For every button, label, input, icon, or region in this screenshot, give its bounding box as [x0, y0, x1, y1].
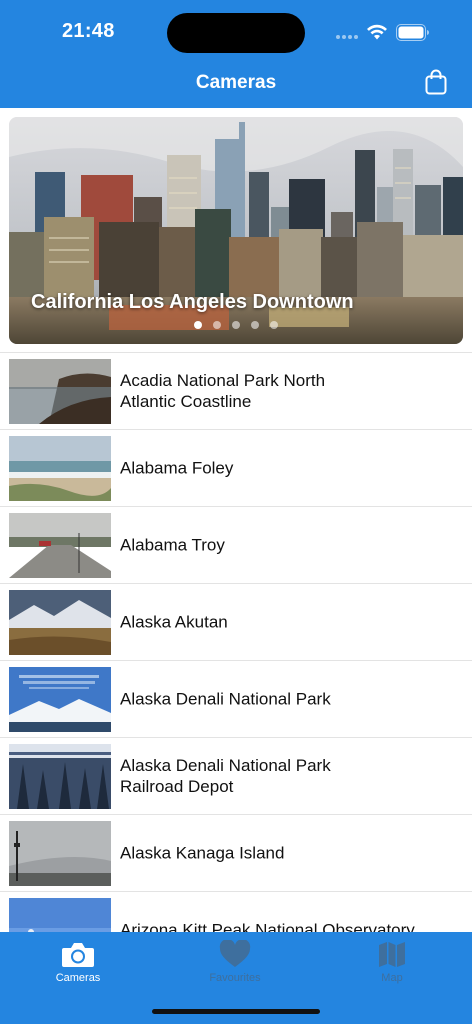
battery-icon — [396, 24, 429, 41]
list-item[interactable]: Alaska Kanaga Island — [0, 814, 472, 891]
camera-thumbnail — [9, 744, 111, 809]
page-dot[interactable] — [213, 321, 221, 329]
list-item[interactable]: Alaska Akutan — [0, 583, 472, 660]
camera-thumbnail — [9, 821, 111, 886]
heart-icon — [219, 940, 251, 967]
camera-thumbnail — [9, 436, 111, 501]
list-item[interactable]: Alaska Denali National Park Railroad Dep… — [0, 737, 472, 814]
tab-map[interactable]: Map — [352, 940, 432, 984]
camera-thumbnail — [9, 513, 111, 578]
camera-thumbnail — [9, 590, 111, 655]
camera-name: Alaska Akutan — [120, 612, 228, 632]
map-icon — [379, 942, 405, 967]
camera-list: Acadia National Park North Atlantic Coas… — [0, 352, 472, 968]
camera-name: Alaska Denali National Park — [120, 689, 331, 709]
wifi-icon — [367, 24, 387, 40]
camera-thumbnail — [9, 359, 111, 424]
featured-camera-carousel[interactable]: California Los Angeles Downtown — [9, 117, 463, 344]
home-indicator — [152, 1009, 320, 1014]
tab-favourites[interactable]: Favourites — [195, 940, 275, 984]
carousel-page-indicator[interactable] — [194, 321, 278, 329]
camera-name: Alabama Foley — [120, 458, 234, 478]
tab-label: Favourites — [209, 972, 261, 984]
camera-icon — [62, 943, 94, 967]
shopping-bag-icon[interactable] — [425, 69, 447, 95]
tab-cameras[interactable]: Cameras — [38, 940, 118, 984]
camera-name: Alaska Kanaga Island — [120, 843, 285, 863]
tab-label: Cameras — [55, 972, 101, 984]
dynamic-island — [167, 13, 305, 53]
featured-camera-title: California Los Angeles Downtown — [31, 291, 354, 313]
page-dot[interactable] — [251, 321, 259, 329]
list-item[interactable]: Alabama Troy — [0, 506, 472, 583]
page-dot[interactable] — [194, 321, 202, 329]
list-item[interactable]: Alaska Denali National Park — [0, 660, 472, 737]
top-bar: 21:48 Cameras — [0, 0, 472, 108]
camera-thumbnail — [9, 667, 111, 732]
camera-name: Acadia National Park North Atlantic Coas… — [120, 371, 326, 411]
camera-name: Alabama Troy — [120, 535, 225, 555]
cellular-signal-icon — [336, 35, 358, 39]
page-dot[interactable] — [270, 321, 278, 329]
page-title: Cameras — [195, 72, 277, 93]
page-dot[interactable] — [232, 321, 240, 329]
status-time: 21:48 — [62, 20, 115, 42]
list-item[interactable]: Acadia National Park North Atlantic Coas… — [0, 352, 472, 429]
tab-label: Map — [381, 972, 403, 984]
camera-name: Alaska Denali National Park Railroad Dep… — [120, 756, 331, 796]
list-item[interactable]: Alabama Foley — [0, 429, 472, 506]
